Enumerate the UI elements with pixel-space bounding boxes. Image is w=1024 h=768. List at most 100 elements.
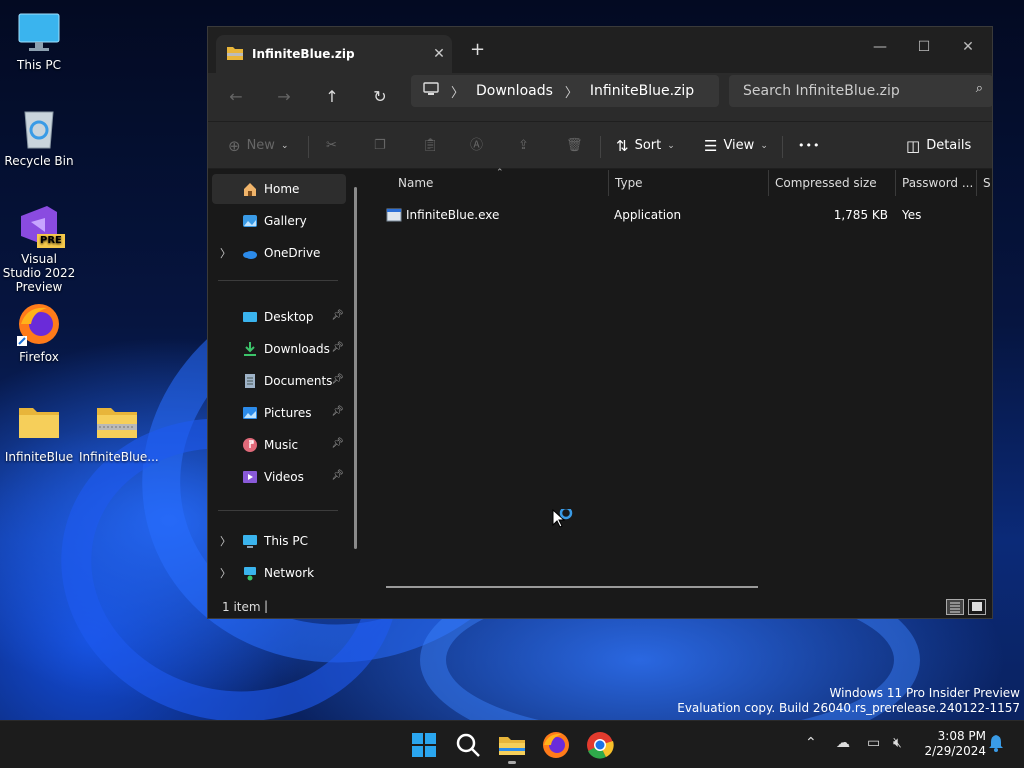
delete-icon[interactable]: 🗑︎ (566, 134, 583, 158)
sidebar-item-label: Documents (264, 374, 333, 388)
details-view-icon[interactable] (946, 599, 964, 615)
column-header-type[interactable]: Type (609, 170, 767, 196)
sidebar-item-onedrive[interactable]: 〉 OneDrive (212, 238, 346, 268)
cut-icon[interactable]: ✂ (326, 134, 337, 158)
file-explorer-icon[interactable] (496, 729, 528, 764)
system-clock[interactable]: 3:08 PM 2/29/2024 (924, 729, 986, 759)
column-header-size[interactable]: Si (977, 170, 991, 196)
maximize-button[interactable]: ☐ (902, 33, 946, 61)
tab-infiniteblue-zip[interactable]: InfiniteBlue.zip ✕ (216, 35, 452, 73)
sidebar-item-music[interactable]: Music 📌︎ (212, 430, 346, 460)
sidebar-item-label: This PC (264, 534, 308, 548)
sidebar-item-gallery[interactable]: Gallery (212, 206, 346, 236)
refresh-icon[interactable]: ↻ (366, 83, 394, 111)
file-explorer-window[interactable]: InfiniteBlue.zip ✕ + — ☐ ✕ ← → ↑ ↻ 〉 Dow… (207, 26, 993, 619)
desktop-icon-firefox[interactable]: Firefox (1, 302, 77, 364)
chevron-right-icon[interactable]: 〉 (220, 533, 231, 549)
sidebar-item-network[interactable]: 〉 Network (212, 558, 346, 588)
start-windows-icon[interactable] (408, 729, 440, 761)
large-icons-view-icon[interactable] (968, 599, 986, 615)
desktop-icon-this-pc[interactable]: This PC (1, 10, 77, 72)
sidebar-item-downloads[interactable]: Downloads 📌︎ (212, 334, 346, 364)
search-input[interactable]: Search InfiniteBlue.zip ⌕ (729, 75, 993, 107)
sort-button[interactable]: ⇅ Sort ⌄ (616, 134, 675, 158)
sidebar-item-pictures[interactable]: Pictures 📌︎ (212, 398, 346, 428)
busy-cursor-icon (552, 506, 576, 536)
close-window-button[interactable]: ✕ (946, 33, 990, 61)
pin-icon[interactable]: 📌︎ (331, 470, 344, 481)
desktop-icon-label: Recycle Bin (4, 154, 74, 168)
monitor-icon (423, 82, 439, 100)
sidebar-item-documents[interactable]: Documents 📌︎ (212, 366, 346, 396)
windows-evaluation-watermark: Windows 11 Pro Insider Preview Evaluatio… (677, 686, 1020, 716)
rename-icon[interactable]: Ⓐ (470, 134, 483, 158)
desktop-icon-infiniteblue-zip[interactable]: InfiniteBlue... (79, 402, 159, 464)
breadcrumb-downloads[interactable]: Downloads (476, 83, 553, 99)
sidebar-item-videos[interactable]: Videos 📌︎ (212, 462, 346, 492)
sidebar-scrollbar[interactable] (354, 187, 357, 549)
sidebar-item-desktop[interactable]: Desktop 📌︎ (212, 302, 346, 332)
up-arrow-icon[interactable]: ↑ (318, 83, 346, 111)
sidebar-item-this-pc[interactable]: 〉 This PC (212, 526, 346, 556)
new-button[interactable]: ⊕ New ⌄ (228, 134, 288, 158)
share-icon[interactable]: ⇪ (518, 134, 529, 158)
close-tab-button[interactable]: ✕ (426, 46, 452, 62)
chevron-right-icon[interactable]: 〉 (220, 565, 231, 581)
notification-bell-icon[interactable] (988, 734, 1004, 756)
view-button[interactable]: ☰ View ⌄ (704, 134, 768, 158)
column-header-name[interactable]: Name ⌃ (392, 168, 606, 196)
new-tab-button[interactable]: + (470, 39, 485, 60)
chevron-right-icon[interactable]: 〉 (220, 245, 231, 261)
sort-label: Sort (634, 138, 662, 153)
column-label: Name (398, 176, 434, 190)
network-icon[interactable]: ▭ (867, 735, 880, 751)
divider (308, 136, 309, 158)
sidebar-item-label: Desktop (264, 310, 314, 324)
chevron-down-icon: ⌄ (760, 141, 768, 151)
cloud-icon (242, 245, 258, 261)
file-name: InfiniteBlue.exe (406, 208, 500, 222)
pin-icon[interactable]: 📌︎ (331, 310, 344, 321)
file-list: Name ⌃ Type Compressed size Password ...… (366, 168, 992, 595)
column-header-password[interactable]: Password ... (896, 170, 976, 196)
table-row[interactable]: InfiniteBlue.exe Application 1,785 KB Ye… (382, 204, 982, 226)
sidebar-item-label: Pictures (264, 406, 312, 420)
horizontal-scrollbar[interactable] (386, 586, 758, 588)
volume-muted-icon[interactable]: 🔇︎ (893, 735, 902, 751)
address-bar[interactable]: 〉 Downloads 〉 InfiniteBlue.zip (411, 75, 719, 107)
minimize-button[interactable]: — (858, 33, 902, 61)
copy-icon[interactable]: ❐ (374, 134, 386, 158)
firefox-icon[interactable] (540, 729, 572, 761)
desktop-icon-recycle-bin[interactable]: Recycle Bin (1, 106, 77, 168)
status-bar: 1 item | (208, 595, 992, 619)
pin-icon[interactable]: 📌︎ (331, 406, 344, 417)
forward-arrow-icon[interactable]: → (270, 83, 298, 111)
pin-icon[interactable]: 📌︎ (331, 374, 344, 385)
file-compressed-size: 1,785 KB (833, 208, 888, 222)
breadcrumb-infiniteblue-zip[interactable]: InfiniteBlue.zip (590, 83, 694, 99)
back-arrow-icon[interactable]: ← (222, 83, 250, 111)
chevron-up-icon[interactable]: ⌃ (805, 735, 817, 751)
pin-icon[interactable]: 📌︎ (331, 438, 344, 449)
more-options-button[interactable]: ••• (798, 134, 820, 158)
paste-icon[interactable]: 📋︎ (422, 134, 439, 158)
details-label: Details (926, 138, 972, 153)
title-bar[interactable]: InfiniteBlue.zip ✕ + — ☐ ✕ (208, 27, 992, 73)
desktop-icon-label: Visual Studio 2022 Preview (2, 252, 76, 294)
column-header-compressed-size[interactable]: Compressed size (769, 170, 893, 196)
desktop-icon-visual-studio[interactable]: PRE Visual Studio 2022 Preview (1, 204, 77, 294)
view-label: View (723, 138, 755, 153)
chevron-right-icon: 〉 (451, 85, 465, 101)
desktop-icon-infiniteblue-folder[interactable]: InfiniteBlue (1, 402, 77, 464)
details-button[interactable]: ◫ Details (906, 134, 971, 158)
sidebar-item-home[interactable]: Home (212, 174, 346, 204)
onedrive-offline-icon[interactable]: ☁︎ (836, 735, 850, 751)
search-icon[interactable]: ⌕ (976, 81, 983, 96)
search-icon[interactable] (452, 729, 484, 761)
watermark-line-1: Windows 11 Pro Insider Preview (829, 686, 1020, 700)
pin-icon[interactable]: 📌︎ (331, 342, 344, 353)
gallery-icon (242, 213, 258, 229)
chrome-icon[interactable] (584, 729, 616, 761)
sidebar-item-label: Network (264, 566, 315, 580)
desktop-icon-label: This PC (17, 58, 61, 72)
